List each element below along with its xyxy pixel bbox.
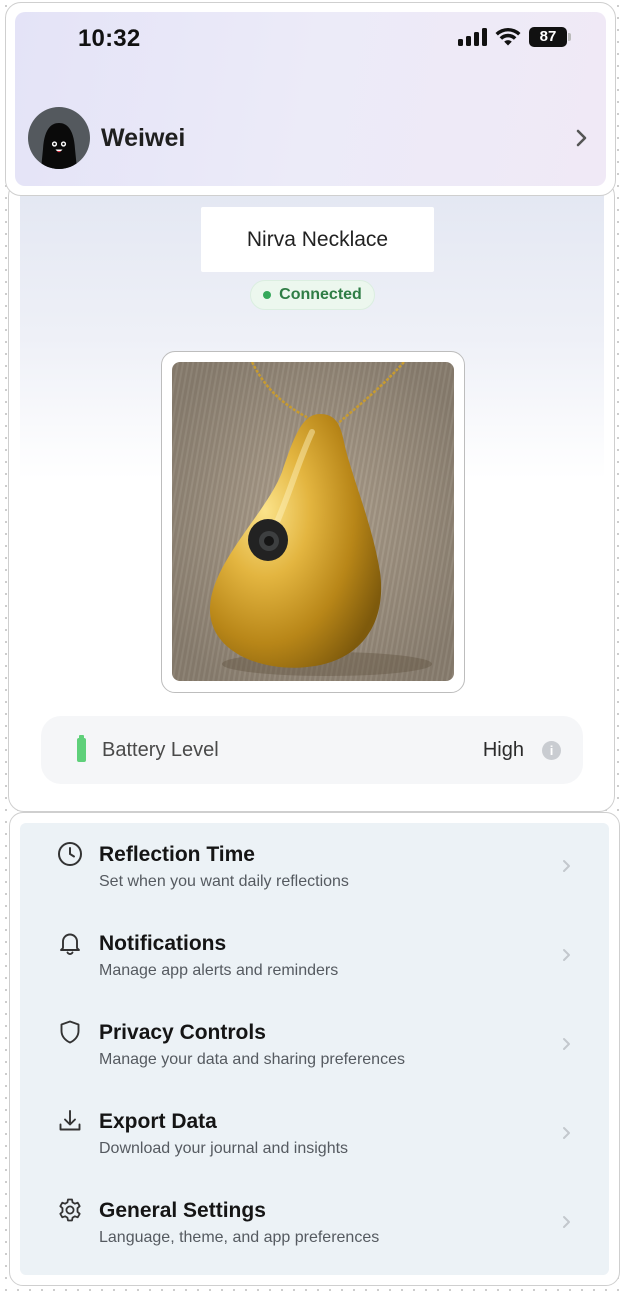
necklace-photo — [172, 362, 454, 681]
device-image-frame — [161, 351, 465, 693]
cellular-signal-icon — [458, 28, 487, 46]
settings-item-title: Reflection Time — [99, 843, 255, 866]
battery-label: Battery Level — [102, 738, 219, 761]
settings-item-general-settings[interactable]: General Settings Language, theme, and ap… — [20, 1179, 609, 1268]
device-panel: Nirva Necklace Connected Battery Level H… — [20, 181, 604, 802]
battery-status-icon: 87 — [529, 27, 571, 47]
chevron-right-icon — [563, 1127, 570, 1139]
settings-item-subtitle: Language, theme, and app preferences — [99, 1229, 380, 1246]
gear-icon — [59, 1198, 81, 1222]
info-icon[interactable]: i — [542, 740, 561, 760]
device-card: Nirva Necklace Connected Battery Level H… — [8, 180, 615, 812]
settings-item-subtitle: Download your journal and insights — [99, 1140, 349, 1157]
status-dot-icon — [263, 291, 272, 299]
settings-item-title: Privacy Controls — [99, 1021, 266, 1044]
profile-name: Weiwei — [101, 123, 186, 152]
settings-item-reflection-time[interactable]: Reflection Time Set when you want daily … — [20, 823, 609, 912]
chevron-right-icon — [563, 1216, 570, 1228]
settings-item-title: General Settings — [99, 1199, 266, 1222]
settings-item-subtitle: Set when you want daily reflections — [99, 873, 349, 890]
shield-icon — [60, 1020, 80, 1044]
connection-status-label: Connected — [279, 286, 362, 303]
status-time: 10:32 — [78, 25, 141, 52]
settings-item-title: Notifications — [99, 932, 227, 955]
settings-list: Reflection Time Set when you want daily … — [20, 823, 609, 1275]
settings-card: Reflection Time Set when you want daily … — [9, 812, 620, 1286]
status-icons: 87 — [458, 27, 571, 47]
avatar[interactable] — [28, 107, 90, 169]
download-icon — [59, 1110, 81, 1131]
settings-item-privacy-controls[interactable]: Privacy Controls Manage your data and sh… — [20, 1001, 609, 1090]
battery-level-row: Battery Level High i — [41, 716, 583, 784]
chevron-right-icon — [563, 949, 570, 961]
wifi-icon — [495, 27, 521, 46]
device-name: Nirva Necklace — [201, 207, 434, 272]
chevron-right-icon[interactable] — [571, 128, 591, 148]
battery-icon — [77, 735, 86, 762]
settings-item-notifications[interactable]: Notifications Manage app alerts and remi… — [20, 912, 609, 1001]
connection-status-badge: Connected — [250, 280, 375, 310]
battery-value: High — [482, 738, 524, 761]
bell-icon — [60, 933, 80, 955]
chevron-right-icon — [563, 860, 570, 872]
settings-item-subtitle: Manage app alerts and reminders — [99, 962, 339, 979]
settings-item-subtitle: Manage your data and sharing preferences — [99, 1051, 405, 1068]
header-card: 10:32 87 Weiwei — [5, 2, 616, 196]
ghost-avatar-icon — [41, 123, 77, 169]
settings-item-export-data[interactable]: Export Data Download your journal and in… — [20, 1090, 609, 1179]
settings-item-title: Export Data — [99, 1110, 217, 1133]
chevron-right-icon — [563, 1038, 570, 1050]
profile-row[interactable]: Weiwei — [28, 107, 591, 169]
clock-icon — [58, 842, 82, 866]
battery-percent: 87 — [529, 27, 567, 47]
